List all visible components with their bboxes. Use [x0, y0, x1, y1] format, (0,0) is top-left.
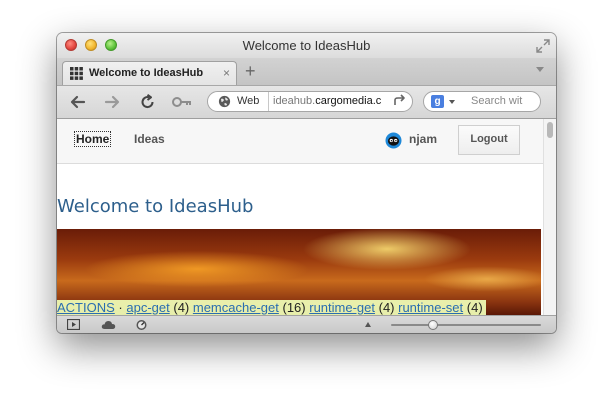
- debug-separator: ·: [114, 300, 127, 315]
- tab-ideashub[interactable]: Welcome to IdeasHub ×: [62, 61, 237, 85]
- cloud-icon[interactable]: [101, 319, 116, 330]
- debug-count-memcache-get: (16): [282, 300, 306, 315]
- url-field[interactable]: ideahub.cargomedia.c: [273, 95, 391, 107]
- tab-bar: Welcome to IdeasHub × +: [57, 58, 556, 86]
- username-link[interactable]: njam: [409, 132, 437, 146]
- browser-window: Welcome to IdeasHub Welcome to IdeasHub …: [57, 33, 556, 333]
- debug-action-runtime-get[interactable]: runtime-get: [309, 300, 375, 315]
- debug-action-memcache-get[interactable]: memcache-get: [193, 300, 279, 315]
- debug-actions-link[interactable]: ACTIONS: [57, 300, 115, 315]
- zoom-slider-knob[interactable]: [428, 320, 438, 330]
- google-search-engine-icon[interactable]: g: [431, 95, 444, 108]
- share-icon[interactable]: [392, 94, 408, 108]
- address-separator: [268, 92, 269, 111]
- search-bar[interactable]: g Search wit: [423, 91, 541, 112]
- address-mode-label: Web: [237, 95, 260, 107]
- zoom-arrow-up-icon[interactable]: [365, 322, 371, 327]
- title-bar[interactable]: Welcome to IdeasHub: [57, 33, 556, 58]
- tab-close-icon[interactable]: ×: [223, 66, 230, 80]
- debug-count-runtime-set: (4): [466, 300, 483, 315]
- page-viewport: Home Ideas njam Logout Welcome to IdeasH…: [57, 119, 556, 315]
- debug-actions-bar: ACTIONS · apc-get (4) memcache-get (16) …: [57, 300, 486, 315]
- navigation-toolbar: Web ideahub.cargomedia.c g Search wit: [57, 86, 556, 119]
- search-engine-dropdown-icon[interactable]: [449, 100, 455, 104]
- address-bar[interactable]: Web ideahub.cargomedia.c: [207, 91, 413, 112]
- status-bar: [57, 315, 556, 333]
- back-arrow-icon[interactable]: [69, 94, 87, 110]
- debug-count-apc-get: (4): [173, 300, 190, 315]
- reload-icon[interactable]: [139, 94, 157, 110]
- media-player-icon[interactable]: [67, 319, 80, 330]
- nav-link-home[interactable]: Home: [73, 131, 112, 147]
- url-prefix: ideahub.: [273, 95, 316, 107]
- site-navbar: Home Ideas njam Logout: [57, 119, 543, 164]
- scrollbar-thumb[interactable]: [547, 122, 553, 138]
- tab-label: Welcome to IdeasHub: [89, 67, 204, 79]
- speedometer-icon[interactable]: [135, 319, 148, 330]
- debug-action-runtime-set[interactable]: runtime-set: [398, 300, 463, 315]
- debug-count-runtime-get: (4): [378, 300, 395, 315]
- key-icon[interactable]: [171, 94, 193, 110]
- forward-arrow-icon[interactable]: [103, 94, 121, 110]
- window-title: Welcome to IdeasHub: [242, 38, 371, 53]
- logout-button[interactable]: Logout: [458, 125, 520, 155]
- debug-action-apc-get[interactable]: apc-get: [126, 300, 169, 315]
- fullscreen-icon[interactable]: [536, 39, 550, 53]
- page-title: Welcome to IdeasHub: [57, 196, 254, 217]
- grid-favicon-icon: [70, 67, 83, 80]
- new-tab-button[interactable]: +: [245, 62, 256, 80]
- zoom-slider[interactable]: [391, 320, 541, 330]
- tab-list-chevron-icon[interactable]: [536, 67, 544, 72]
- vertical-scrollbar[interactable]: [543, 119, 556, 315]
- user-avatar-icon[interactable]: [385, 132, 402, 149]
- search-placeholder: Search wit: [471, 95, 523, 107]
- nav-link-ideas[interactable]: Ideas: [134, 132, 165, 146]
- url-domain: cargomedia.c: [315, 95, 382, 107]
- globe-icon: [218, 95, 231, 108]
